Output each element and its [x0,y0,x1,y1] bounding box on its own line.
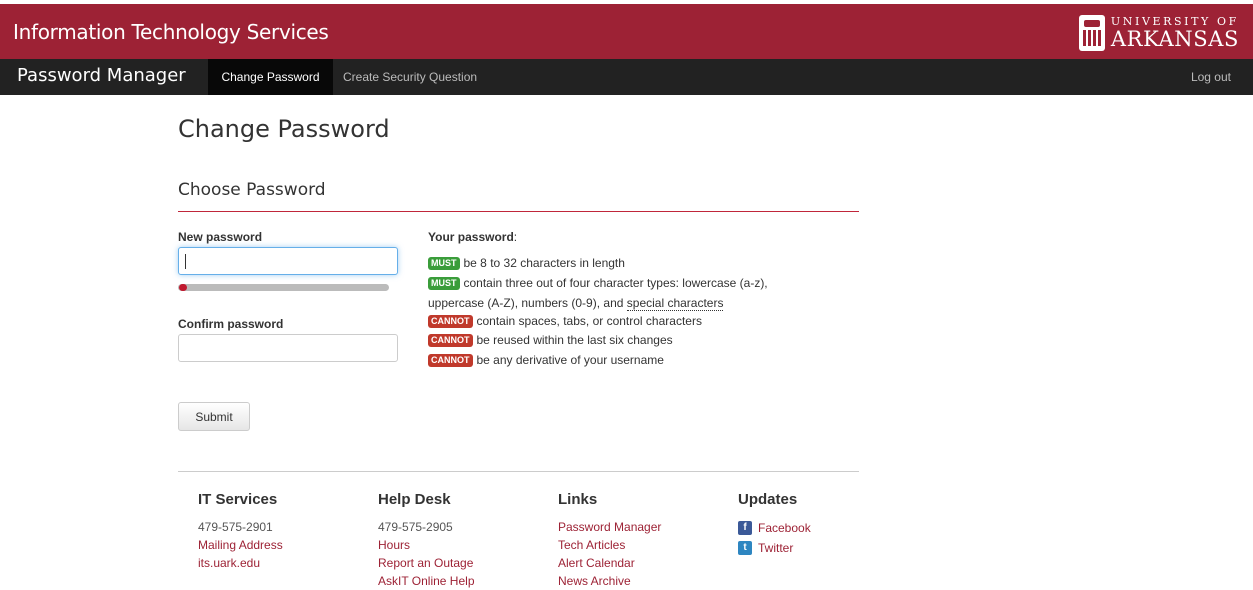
help-desk-phone: 479-575-2905 [378,520,453,534]
alert-calendar-link[interactable]: Alert Calendar [558,554,661,572]
rule-item: MUST contain three out of four character … [428,276,768,290]
navbar: Password Manager Change Password Create … [0,59,1253,95]
tech-articles-link[interactable]: Tech Articles [558,536,661,554]
strength-fill [179,284,187,291]
submit-button[interactable]: Submit [178,402,250,431]
section-title: Choose Password [178,180,326,200]
footer-divider [178,471,859,472]
page-title: Change Password [178,115,390,143]
logout-link[interactable]: Log out [1191,59,1231,95]
footer-heading: IT Services [198,491,278,508]
rule-item-continuation: uppercase (A-Z), numbers (0-9), and spec… [428,296,724,311]
news-archive-link[interactable]: News Archive [558,572,661,590]
its-website-link[interactable]: its.uark.edu [198,554,283,572]
footer-links: Links Password Manager Tech Articles Ale… [558,491,661,590]
askit-help-link[interactable]: AskIT Online Help [378,572,475,590]
university-logo[interactable]: UNIVERSITY OF ARKANSAS [1078,11,1239,55]
facebook-icon: f [738,521,752,535]
facebook-link[interactable]: f Facebook [738,518,811,538]
section-divider [178,211,859,212]
footer-heading: Links [558,491,598,508]
password-strength-meter [178,284,389,291]
it-services-phone: 479-575-2901 [198,520,273,534]
rules-heading: Your password: [428,230,518,244]
special-characters-link[interactable]: special characters [626,296,724,311]
hours-link[interactable]: Hours [378,536,475,554]
app-name[interactable]: Password Manager [17,65,186,86]
twitter-link[interactable]: t Twitter [738,538,811,558]
footer-updates: Updates f Facebook t Twitter [738,491,811,558]
footer-help-desk: Help Desk 479-575-2905 Hours Report an O… [378,491,475,590]
nav-change-password[interactable]: Change Password [208,59,333,95]
nav-create-security-question[interactable]: Create Security Question [343,59,477,95]
rule-item: MUST be 8 to 32 characters in length [428,256,625,270]
footer-heading: Updates [738,491,798,508]
mailing-address-link[interactable]: Mailing Address [198,536,283,554]
cannot-badge: CANNOT [428,354,473,367]
footer-it-services: IT Services 479-575-2901 Mailing Address… [198,491,283,572]
confirm-password-field[interactable] [178,334,398,362]
rule-item: CANNOT be reused within the last six chan… [428,333,673,347]
site-title: Information Technology Services [13,20,329,44]
text-caret [185,254,186,269]
rule-item: CANNOT be any derivative of your username [428,353,664,367]
must-badge: MUST [428,257,460,270]
logo-text-top: UNIVERSITY OF [1110,15,1239,28]
must-badge: MUST [428,277,460,290]
cannot-badge: CANNOT [428,315,473,328]
confirm-password-label: Confirm password [178,317,284,331]
site-header: Information Technology Services UNIVERSI… [0,0,1253,59]
footer-heading: Help Desk [378,491,451,508]
university-seal-icon [1078,15,1105,51]
cannot-badge: CANNOT [428,334,473,347]
twitter-icon: t [738,541,752,555]
report-outage-link[interactable]: Report an Outage [378,554,475,572]
password-manager-link[interactable]: Password Manager [558,518,661,536]
new-password-label: New password [178,230,263,244]
rule-item: CANNOT contain spaces, tabs, or control c… [428,314,702,328]
new-password-field[interactable] [178,247,398,275]
logo-text-bottom: ARKANSAS [1110,27,1239,51]
